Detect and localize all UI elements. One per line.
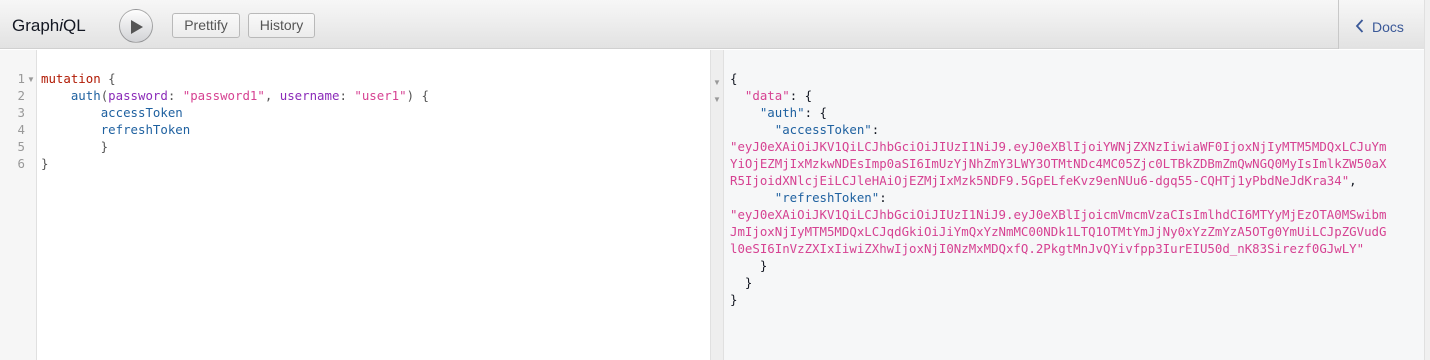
refresh-token-value: JmIjoxNjIyMTM5MDQxLCJqdGkiOiJiYmQxYzNmMC… bbox=[730, 224, 1387, 239]
query-line: refreshToken bbox=[100, 122, 191, 137]
line-number: 1 bbox=[17, 71, 25, 86]
result-line: "accessToken": bbox=[774, 122, 880, 137]
access-token-value: "eyJ0eXAiOiJKV1QiLCJhbGciOiJIUzI1NiJ9.ey… bbox=[730, 139, 1387, 154]
line-number: 5 bbox=[17, 139, 25, 154]
query-line: auth(password: "password1", username: "u… bbox=[70, 88, 429, 103]
refresh-token-value: l0eSI6InVzZXIxIiwiZXhwIjoxNjI0NzMxMDQxfQ… bbox=[730, 241, 1365, 256]
app-title: GraphiQL bbox=[12, 16, 86, 35]
fold-arrow-icon[interactable]: ▼ bbox=[713, 91, 721, 108]
query-line: mutation { bbox=[41, 71, 116, 86]
result-line: } bbox=[730, 275, 753, 290]
play-icon bbox=[131, 20, 143, 34]
result-line: "data": { bbox=[744, 88, 813, 103]
result-line: "refreshToken": bbox=[774, 190, 887, 205]
line-number: 2 bbox=[17, 88, 25, 103]
scrollbar-strip bbox=[1424, 0, 1430, 360]
refresh-token-value: "eyJ0eXAiOiJKV1QiLCJhbGciOiJIUzI1NiJ9.ey… bbox=[730, 207, 1387, 222]
access-token-value: YiOjEZMjIxMzkwNDEsImp0aSI6ImUzYjNhZmY3LW… bbox=[730, 156, 1387, 171]
access-token-value: R5IjoidXNlcjEiLCJleHAiOjEZMjIxMzk5NDF9.5… bbox=[730, 173, 1357, 188]
query-line: accessToken bbox=[100, 105, 183, 120]
result-line: } bbox=[730, 292, 738, 307]
fold-arrow-icon[interactable]: ▼ bbox=[713, 74, 721, 91]
result-line: { bbox=[730, 71, 738, 86]
line-number: 4 bbox=[17, 122, 25, 137]
docs-label: Docs bbox=[1372, 19, 1404, 35]
execute-query-button[interactable] bbox=[119, 9, 153, 43]
fold-arrow-icon[interactable]: ▼ bbox=[27, 71, 35, 88]
prettify-button[interactable]: Prettify bbox=[172, 13, 240, 38]
line-number: 3 bbox=[17, 105, 25, 120]
history-button[interactable]: History bbox=[248, 13, 315, 38]
chevron-left-icon bbox=[1355, 19, 1364, 33]
result-line: "auth": { bbox=[759, 105, 827, 120]
query-line: } bbox=[41, 139, 109, 154]
docs-button[interactable]: Docs bbox=[1338, 0, 1424, 49]
toolbar: GraphiQL Prettify History Docs bbox=[0, 0, 1430, 49]
query-line: } bbox=[41, 156, 49, 171]
result-line: } bbox=[730, 258, 768, 273]
line-number: 6 bbox=[17, 156, 25, 171]
